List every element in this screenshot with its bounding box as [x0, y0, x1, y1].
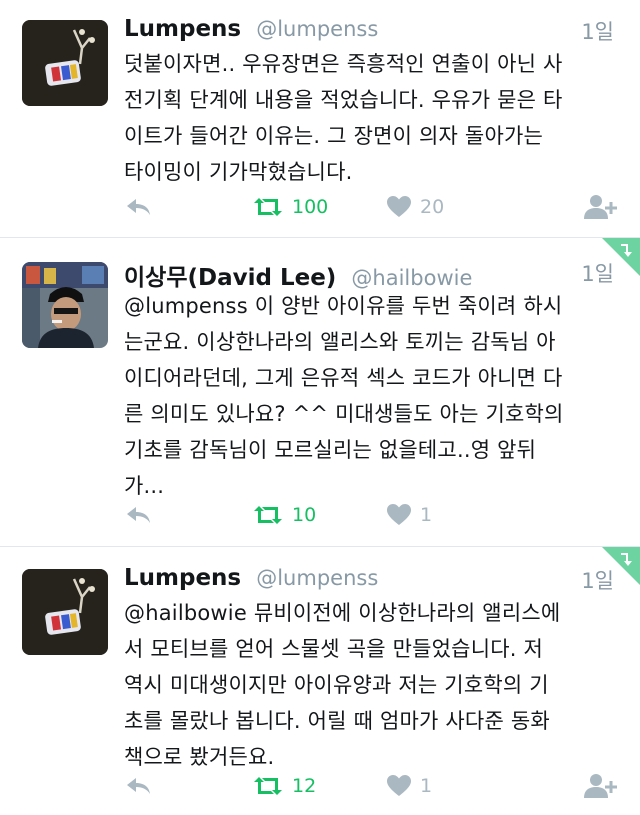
retweet-icon: [254, 777, 282, 795]
tweet-text-line: 전기획 단계에 내용을 적었습니다. 우유가 묻은 타: [124, 88, 563, 112]
tweet-header: Lumpens @lumpenss 1일: [124, 16, 614, 46]
avatar-lumpens[interactable]: [22, 569, 108, 655]
user-handle[interactable]: @lumpenss: [256, 17, 378, 41]
conversation-corner-icon: [621, 244, 632, 257]
tweet-text: @lumpenss 이 양반 아이유를 두번 죽이려 하시 는군요. 이상한나라…: [124, 288, 624, 504]
tweet-text-line: @lumpenss 이 양반 아이유를 두번 죽이려 하시: [124, 294, 563, 318]
tweet-actions: 10 1: [124, 498, 618, 532]
heart-icon: [387, 775, 411, 796]
like-count: 1: [420, 775, 433, 797]
like-button[interactable]: 1: [386, 769, 432, 803]
tweet-text-line: @hailbowie 뮤비이전에 이상한나라의 앨리스에: [124, 601, 561, 625]
timeline: Lumpens @lumpenss 1일 덧붙이자면.. 우유장면은 즉흥적인 …: [0, 0, 640, 815]
heart-icon: [387, 504, 411, 525]
tweet-actions: 100 20: [124, 190, 618, 224]
tweet-header: Lumpens @lumpenss 1일: [124, 565, 614, 595]
tweet-text-line: 이디어라던데, 그게 은유적 섹스 코드가 아니면 다: [124, 366, 563, 390]
retweet-button[interactable]: 10: [252, 498, 316, 532]
like-button[interactable]: 20: [386, 190, 444, 224]
timestamp[interactable]: 1일: [581, 565, 614, 595]
tweet-text-line: 른 의미도 있나요? ^^ 미대생들도 아는 기호학의: [124, 402, 564, 426]
follow-icon: [584, 774, 617, 798]
tweet-text: 덧붙이자면.. 우유장면은 즉흥적인 연출이 아닌 사 전기획 단계에 내용을 …: [124, 46, 624, 190]
timestamp[interactable]: 1일: [581, 16, 614, 46]
follow-icon: [584, 195, 617, 219]
tweet-text: @hailbowie 뮤비이전에 이상한나라의 앨리스에 서 모티브를 얻어 스…: [124, 595, 624, 775]
like-count: 20: [420, 196, 445, 218]
user-handle[interactable]: @lumpenss: [256, 566, 378, 590]
like-count: 1: [420, 504, 433, 526]
retweet-button[interactable]: 12: [252, 769, 316, 803]
avatar-lumpens[interactable]: [22, 20, 108, 106]
tweet-text-line: 기초를 감독님이 모르실리는 없을테고..영 앞뒤: [124, 438, 537, 462]
reply-button[interactable]: [124, 498, 154, 532]
reply-icon: [127, 199, 150, 215]
reply-button[interactable]: [124, 769, 154, 803]
like-button[interactable]: 1: [386, 498, 432, 532]
reply-icon: [127, 778, 150, 794]
tweet[interactable]: 이상무(David Lee) @hailbowie 1일 @lumpenss 이…: [0, 238, 640, 547]
retweet-icon: [254, 198, 282, 216]
retweet-count: 100: [292, 196, 329, 218]
retweet-icon: [254, 506, 282, 524]
tweet-text-line: 역시 미대생이지만 아이유양과 저는 기호학의 기: [124, 673, 549, 697]
follow-button[interactable]: [584, 769, 618, 803]
tweet-header: 이상무(David Lee) @hailbowie 1일: [124, 258, 614, 291]
tweet-text-line: 서 모티브를 얻어 스물셋 곡을 만들었습니다. 저: [124, 637, 544, 661]
display-name[interactable]: Lumpens: [124, 16, 241, 42]
user-handle[interactable]: @hailbowie: [351, 266, 472, 290]
display-name[interactable]: Lumpens: [124, 565, 241, 591]
tweet[interactable]: Lumpens @lumpenss 1일 덧붙이자면.. 우유장면은 즉흥적인 …: [0, 0, 640, 238]
tweet-actions: 12 1: [124, 769, 618, 803]
avatar-hailbowie[interactable]: [22, 262, 108, 348]
tweet-text-line: 덧붙이자면.. 우유장면은 즉흥적인 연출이 아닌 사: [124, 52, 563, 76]
retweet-count: 12: [292, 775, 317, 797]
tweet-text-line: 초를 몰랐나 봅니다. 어릴 때 엄마가 사다준 동화: [124, 709, 550, 733]
tweet-text-line: 이트가 들어간 이유는. 그 장면이 의자 돌아가는: [124, 124, 544, 148]
conversation-corner-icon: [621, 553, 632, 566]
tweet-text-line: 는군요. 이상한나라의 앨리스와 토끼는 감독님 아: [124, 330, 556, 354]
reply-icon: [127, 507, 150, 523]
retweet-count: 10: [292, 504, 317, 526]
tweet[interactable]: Lumpens @lumpenss 1일 @hailbowie 뮤비이전에 이상…: [0, 547, 640, 815]
heart-icon: [387, 196, 411, 217]
follow-button[interactable]: [584, 190, 618, 224]
reply-button[interactable]: [124, 190, 154, 224]
timestamp[interactable]: 1일: [581, 258, 614, 288]
tweet-text-line: 타이밍이 기가막혔습니다.: [124, 160, 353, 184]
retweet-button[interactable]: 100: [252, 190, 328, 224]
